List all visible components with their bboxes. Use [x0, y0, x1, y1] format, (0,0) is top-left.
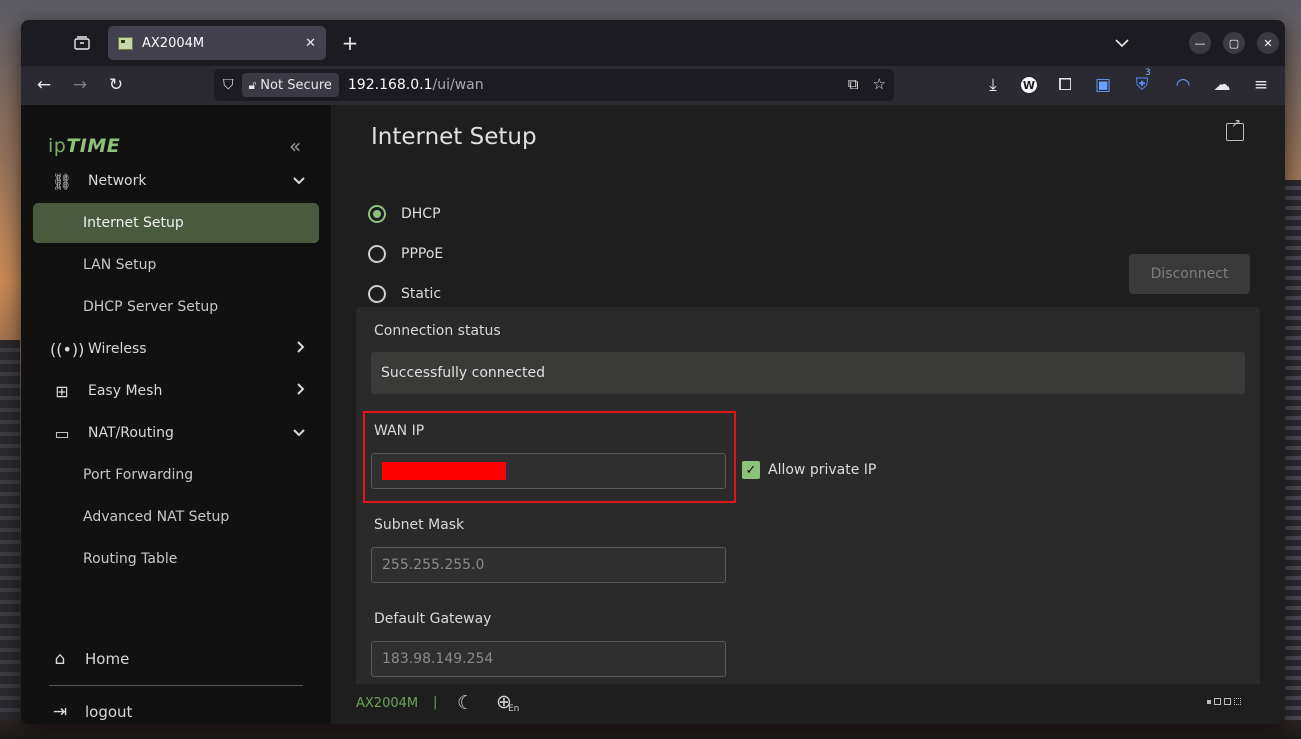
- logout-icon: ⇥: [52, 702, 68, 722]
- router-icon: ▭: [54, 423, 70, 443]
- translate-icon[interactable]: ⧉: [848, 75, 859, 93]
- page-footer: AX2004M | ☾ ⊕ En: [331, 684, 1285, 724]
- disconnect-button[interactable]: Disconnect: [1129, 254, 1250, 294]
- extension-badge: 3: [1145, 68, 1151, 78]
- new-tab-icon[interactable]: +: [339, 31, 361, 55]
- bookmark-star-icon[interactable]: ☆: [873, 75, 886, 93]
- language-code: En: [508, 704, 520, 714]
- url-bar[interactable]: ⛉ 🔓︎ Not Secure 192.168.0.1/ui/wan ⧉ ☆: [214, 69, 894, 101]
- chevron-down-icon: [293, 174, 305, 189]
- default-gateway-label: Default Gateway: [374, 611, 492, 627]
- radio-static-indicator[interactable]: [368, 285, 386, 303]
- footer-separator: |: [433, 695, 438, 710]
- layout-dot-icon: [1207, 699, 1211, 704]
- layout-single-icon[interactable]: [1214, 698, 1221, 705]
- vpn-extension-icon[interactable]: ◠: [1172, 74, 1194, 96]
- maximize-icon[interactable]: ▢: [1223, 32, 1245, 54]
- extensions-puzzle-icon[interactable]: ⧠: [1054, 74, 1076, 96]
- model-name: AX2004M: [356, 696, 419, 711]
- url-path: /ui/wan: [432, 77, 484, 93]
- tab-close-icon[interactable]: ✕: [305, 36, 316, 51]
- page-title: Internet Setup: [371, 124, 537, 150]
- close-window-icon[interactable]: ✕: [1257, 32, 1279, 54]
- export-icon[interactable]: [1226, 116, 1244, 141]
- radio-pppoe-indicator[interactable]: [368, 245, 386, 263]
- radio-dhcp[interactable]: DHCP: [368, 205, 441, 223]
- layout-grid-icon[interactable]: [1234, 698, 1241, 705]
- radio-pppoe[interactable]: PPPoE: [368, 245, 443, 263]
- collapse-sidebar-icon[interactable]: «: [289, 134, 301, 158]
- sidebar-item-wireless[interactable]: ((•)) Wireless: [33, 329, 319, 369]
- translate-extension-icon[interactable]: ▣: [1092, 74, 1114, 96]
- shield-icon[interactable]: ⛉: [223, 77, 234, 93]
- home-icon: ⌂: [54, 649, 66, 669]
- tab-list-chevron-icon[interactable]: [1111, 32, 1133, 54]
- chevron-down-icon: [293, 426, 305, 441]
- home-link[interactable]: ⌂ Home: [49, 649, 130, 669]
- downloads-icon[interactable]: ⤓: [982, 74, 1004, 96]
- default-gateway-field[interactable]: 183.98.149.254: [371, 641, 726, 677]
- sidebar-item-nat-routing[interactable]: ▭ NAT/Routing: [33, 413, 319, 453]
- wan-ip-label: WAN IP: [374, 423, 425, 439]
- sidebar: ipTIME « ⛓ Network Internet Setup LAN Se…: [21, 105, 331, 724]
- sidebar-item-lan-setup[interactable]: LAN Setup: [33, 245, 319, 285]
- sidebar-item-advanced-nat-setup[interactable]: Advanced NAT Setup: [33, 497, 319, 537]
- logout-link[interactable]: ⇥ logout: [49, 702, 133, 722]
- chevron-right-icon: [297, 383, 305, 399]
- antenna-icon: ((•)): [50, 339, 85, 359]
- main-panel: Internet Setup DHCP PPPoE Static Disconn…: [331, 105, 1285, 724]
- sidebar-item-dhcp-server-setup[interactable]: DHCP Server Setup: [33, 287, 319, 327]
- not-secure-badge[interactable]: 🔓︎ Not Secure: [241, 73, 339, 97]
- tab-bar: AX2004M ✕ + — ▢ ✕: [21, 20, 1285, 66]
- insecure-lock-icon: 🔓︎: [248, 77, 257, 92]
- forward-arrow-icon[interactable]: →: [69, 74, 91, 96]
- minimize-icon[interactable]: —: [1189, 32, 1211, 54]
- connection-status-label: Connection status: [374, 323, 501, 339]
- tab-title: AX2004M: [142, 35, 205, 51]
- not-secure-label: Not Secure: [260, 77, 332, 93]
- nav-bar: ← → ↻ ⛉ 🔓︎ Not Secure 192.168.0.1/ui/wan…: [21, 66, 1285, 105]
- connection-panel: Connection status Successfully connected…: [356, 307, 1260, 724]
- reload-icon[interactable]: ↻: [105, 74, 127, 96]
- layout-double-icon[interactable]: [1224, 698, 1231, 705]
- back-arrow-icon[interactable]: ←: [33, 74, 55, 96]
- dark-mode-moon-icon[interactable]: ☾: [457, 692, 474, 714]
- iptime-logo: ipTIME: [48, 135, 121, 157]
- mesh-icon: ⊞: [55, 381, 69, 401]
- radio-static[interactable]: Static: [368, 285, 441, 303]
- connection-status-value: Successfully connected: [371, 352, 1245, 394]
- menu-hamburger-icon[interactable]: ≡: [1250, 74, 1272, 96]
- redaction-bar: [382, 462, 506, 480]
- wan-ip-field[interactable]: [371, 453, 726, 489]
- subnet-mask-label: Subnet Mask: [374, 517, 465, 533]
- sidebar-item-routing-table[interactable]: Routing Table: [33, 539, 319, 579]
- checkmark-icon[interactable]: ✓: [742, 461, 760, 479]
- network-icon: ⛓: [51, 171, 73, 191]
- browser-window: AX2004M ✕ + — ▢ ✕ ← → ↻ ⛉ 🔓︎ Not Secure …: [21, 20, 1285, 724]
- tab-groups-icon[interactable]: [71, 32, 93, 54]
- subnet-mask-field[interactable]: 255.255.255.0: [371, 547, 726, 583]
- cloud-icon[interactable]: ☁: [1211, 74, 1233, 96]
- router-favicon-icon: [118, 36, 133, 50]
- layout-toggle-icons[interactable]: [1207, 698, 1241, 705]
- sidebar-item-easy-mesh[interactable]: ⊞ Easy Mesh: [33, 371, 319, 411]
- sidebar-item-network[interactable]: ⛓ Network: [33, 161, 319, 201]
- tab-active[interactable]: AX2004M ✕: [108, 26, 326, 60]
- page-content: ipTIME « ⛓ Network Internet Setup LAN Se…: [21, 105, 1285, 724]
- sidebar-item-port-forwarding[interactable]: Port Forwarding: [33, 455, 319, 495]
- radio-dhcp-indicator[interactable]: [368, 205, 386, 223]
- sidebar-divider: [49, 685, 303, 686]
- desktop-bridge-left: [0, 340, 20, 720]
- allow-private-ip-checkbox[interactable]: ✓ Allow private IP: [742, 461, 876, 479]
- chevron-right-icon: [297, 341, 305, 357]
- sidebar-item-internet-setup[interactable]: Internet Setup: [33, 203, 319, 243]
- url-host: 192.168.0.1: [347, 77, 433, 93]
- wikipedia-extension-icon[interactable]: W: [1021, 77, 1037, 93]
